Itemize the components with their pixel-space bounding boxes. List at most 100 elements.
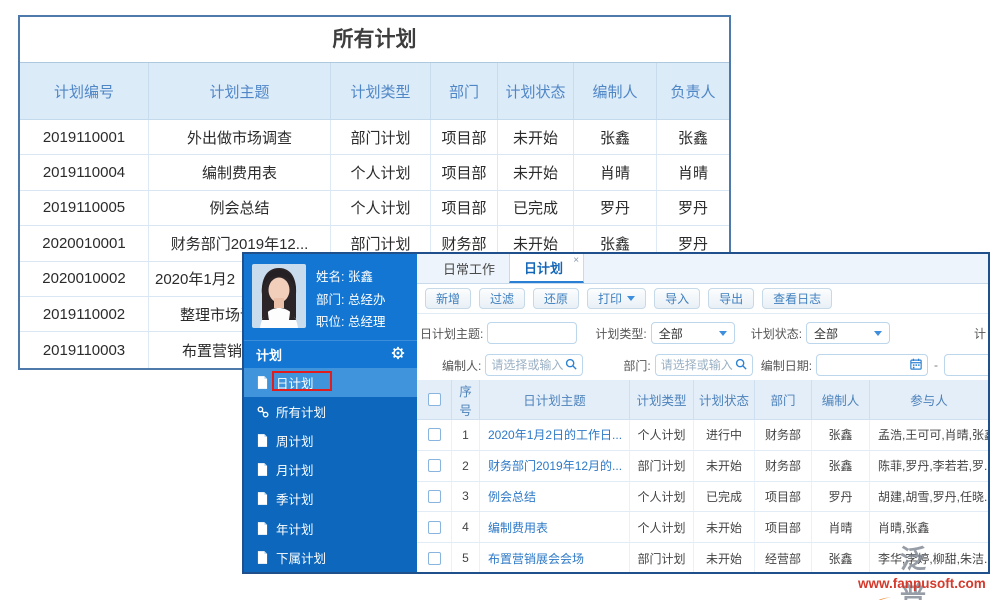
import-button[interactable]: 导入: [654, 288, 700, 309]
column-header: 计划类型: [630, 380, 694, 419]
profile-info: 姓名: 张鑫 部门: 总经办 职位: 总经理: [316, 264, 385, 332]
subject-filter-label: 日计划主题:: [420, 325, 483, 342]
plan-table-body: 1 2020年1月2日的工作日... 个人计划 进行中 财务部 张鑫 孟浩,王可…: [417, 420, 988, 572]
sidebar-item-yearly-plan[interactable]: 年计划: [244, 513, 417, 542]
file-icon: [257, 434, 269, 447]
table-row[interactable]: 4 编制费用表 个人计划 未开始 项目部 肖晴 肖晴,张鑫: [417, 512, 988, 543]
close-icon[interactable]: ×: [573, 255, 579, 266]
cell-type: 部门计划: [630, 451, 694, 481]
cell-type: 部门计划: [630, 543, 694, 572]
sidebar-item-label: 所有计划: [276, 402, 326, 421]
cell-subject-link[interactable]: 例会总结: [480, 482, 630, 512]
sidebar-menu: 日计划 所有计划 周计划 月计划 季计划: [244, 368, 417, 572]
table-row[interactable]: 5 布置营销展会会场 部门计划 未开始 经营部 张鑫 李华,李婷,柳甜,朱洁..…: [417, 543, 988, 572]
add-button[interactable]: 新增: [425, 288, 471, 309]
dept-filter-input[interactable]: [661, 358, 735, 372]
select-all-checkbox[interactable]: [428, 393, 441, 406]
view-log-button[interactable]: 查看日志: [762, 288, 832, 309]
table-row[interactable]: 2019110004 编制费用表 个人计划 项目部 未开始 肖晴 肖晴: [20, 155, 729, 190]
cell-dept: 项目部: [431, 155, 498, 189]
sidebar-item-weekly-plan[interactable]: 周计划: [244, 426, 417, 455]
print-button[interactable]: 打印: [587, 288, 646, 309]
cell-dept: 财务部: [755, 451, 812, 481]
cell-no: 2: [452, 451, 480, 481]
chevron-down-icon: [627, 296, 635, 301]
cell-status: 已完成: [498, 191, 574, 225]
table-row[interactable]: 2019110001 外出做市场调查 部门计划 项目部 未开始 张鑫 张鑫: [20, 120, 729, 155]
cell-type: 个人计划: [331, 155, 431, 189]
screen: 所有计划 计划编号 计划主题 计划类型 部门 计划状态 编制人 负责人 2019…: [0, 0, 1000, 600]
status-filter-select[interactable]: 全部: [806, 322, 890, 344]
date-start-input[interactable]: [822, 358, 910, 372]
restore-button[interactable]: 还原: [533, 288, 579, 309]
column-header: 参与人: [870, 380, 988, 419]
cell-no: 4: [452, 512, 480, 542]
date-end-box: [944, 354, 988, 376]
daily-plan-window: 姓名: 张鑫 部门: 总经办 职位: 总经理 计划: [242, 252, 990, 574]
type-filter-select[interactable]: 全部: [651, 322, 735, 344]
sidebar-item-subordinate-plan[interactable]: 下属计划: [244, 543, 417, 572]
cell-subject-link[interactable]: 布置营销展会会场: [480, 543, 630, 572]
cell-owner: 肖晴: [657, 155, 729, 189]
date-start-box: [816, 354, 928, 376]
toolbar: 新增 过滤 还原 打印 导入 导出 查看日志: [417, 284, 988, 314]
subject-filter-input[interactable]: [487, 322, 577, 344]
column-header: 部门: [755, 380, 812, 419]
watermark-url: www.fanpusoft.com: [858, 576, 986, 591]
cell-subject-link[interactable]: 2020年1月2日的工作日...: [480, 420, 630, 450]
cell-plan-no: 2019110004: [20, 155, 149, 189]
cell-participants: 胡建,胡雪,罗丹,任晓...: [870, 482, 988, 512]
sidebar-item-quarterly-plan[interactable]: 季计划: [244, 484, 417, 513]
daily-plan-table: 序号 日计划主题 计划类型 计划状态 部门 编制人 参与人 1 2020年1月2…: [417, 380, 988, 572]
sidebar: 姓名: 张鑫 部门: 总经办 职位: 总经理 计划: [244, 254, 417, 572]
plan-table-header: 序号 日计划主题 计划类型 计划状态 部门 编制人 参与人: [417, 380, 988, 420]
profile-name: 姓名: 张鑫: [316, 266, 385, 285]
cell-status: 已完成: [694, 482, 755, 512]
tab-daily-plan[interactable]: 日计划 ×: [509, 254, 584, 283]
tab-daily-work[interactable]: 日常工作: [429, 254, 509, 283]
filter-panel: 日计划主题: 计划类型: 全部 计划状态: 全部: [417, 314, 988, 380]
chevron-down-icon: [874, 331, 882, 336]
row-checkbox[interactable]: [428, 552, 441, 565]
file-icon: [257, 376, 269, 389]
date-range-separator: -: [934, 358, 938, 372]
cell-dept: 项目部: [431, 120, 498, 154]
search-icon[interactable]: [565, 358, 577, 373]
gear-icon[interactable]: [391, 346, 405, 363]
page-title: 所有计划: [20, 17, 729, 63]
date-end-input[interactable]: [950, 358, 988, 372]
table-row[interactable]: 2019110005 例会总结 个人计划 项目部 已完成 罗丹 罗丹: [20, 191, 729, 226]
calendar-icon[interactable]: [910, 358, 922, 373]
cell-subject-link[interactable]: 财务部门2019年12月的...: [480, 451, 630, 481]
sidebar-item-label: 年计划: [276, 519, 314, 538]
dept-filter-label: 部门:: [623, 357, 650, 374]
table-row[interactable]: 3 例会总结 个人计划 已完成 项目部 罗丹 胡建,胡雪,罗丹,任晓...: [417, 482, 988, 513]
table-row[interactable]: 2 财务部门2019年12月的... 部门计划 未开始 财务部 张鑫 陈菲,罗丹…: [417, 451, 988, 482]
creator-filter-label: 编制人:: [442, 357, 481, 374]
row-checkbox[interactable]: [428, 490, 441, 503]
sidebar-item-label: 下属计划: [276, 548, 326, 567]
column-header: 计划编号: [20, 63, 149, 119]
filter-button[interactable]: 过滤: [479, 288, 525, 309]
filter-row-1: 日计划主题: 计划类型: 全部 计划状态: 全部: [417, 321, 988, 345]
row-checkbox[interactable]: [428, 428, 441, 441]
sidebar-item-monthly-plan[interactable]: 月计划: [244, 455, 417, 484]
filter-row-2: 编制人: 部门: 编制日期:: [417, 353, 988, 377]
creator-filter-input[interactable]: [491, 358, 565, 372]
row-checkbox[interactable]: [428, 521, 441, 534]
search-icon[interactable]: [735, 358, 747, 373]
cell-subject-link[interactable]: 编制费用表: [480, 512, 630, 542]
profile-position: 职位: 总经理: [316, 311, 385, 330]
table-row[interactable]: 1 2020年1月2日的工作日... 个人计划 进行中 财务部 张鑫 孟浩,王可…: [417, 420, 988, 451]
cell-status: 未开始: [694, 512, 755, 542]
cell-creator: 张鑫: [812, 543, 870, 572]
column-header: 序号: [452, 380, 480, 419]
sidebar-item-all-plans[interactable]: 所有计划: [244, 397, 417, 426]
cell-plan-no: 2019110002: [20, 297, 149, 331]
export-button[interactable]: 导出: [708, 288, 754, 309]
tab-bar: 日常工作 日计划 ×: [417, 254, 988, 284]
column-header: 负责人: [657, 63, 729, 119]
row-checkbox[interactable]: [428, 459, 441, 472]
cell-dept: 项目部: [755, 482, 812, 512]
cell-participants: 肖晴,张鑫: [870, 512, 988, 542]
